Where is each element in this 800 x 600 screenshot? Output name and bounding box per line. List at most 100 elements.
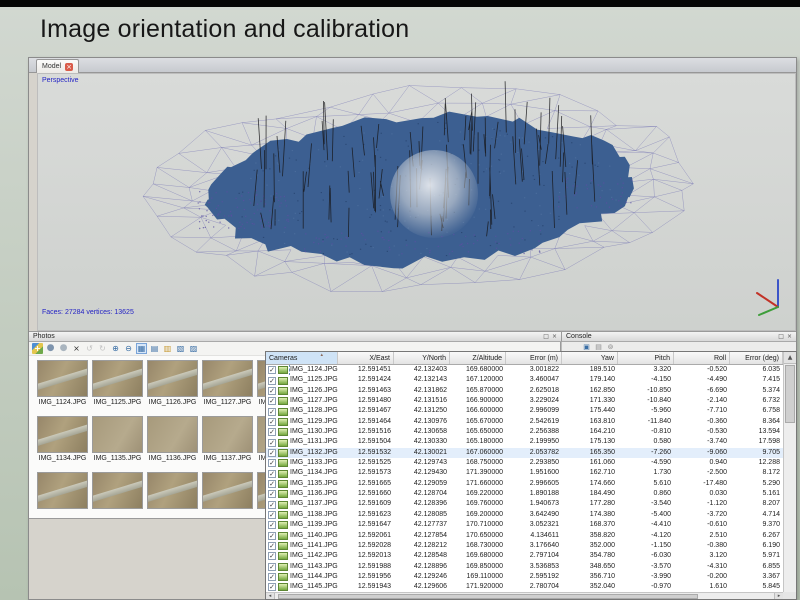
camera-row[interactable]: ✓IMG_1145.JPG12.59194342.129606171.92000…: [266, 582, 783, 592]
camera-row[interactable]: ✓IMG_1144.JPG12.59195642.129246169.11000…: [266, 572, 783, 582]
photo-thumbnail-item[interactable]: [200, 472, 255, 509]
photo-thumbnail-item[interactable]: [145, 472, 200, 509]
camera-checkbox-icon[interactable]: ✓: [268, 418, 276, 426]
camera-checkbox-icon[interactable]: ✓: [268, 480, 276, 488]
camera-name-cell[interactable]: ✓IMG_1131.JPG: [266, 437, 338, 447]
camera-row[interactable]: ✓IMG_1134.JPG12.59157342.129430171.39000…: [266, 468, 783, 478]
camera-checkbox-icon[interactable]: ✓: [268, 377, 276, 385]
camera-checkbox-icon[interactable]: ✓: [268, 511, 276, 519]
photo-thumbnail-item[interactable]: IMG_1136.JPG: [145, 416, 200, 462]
camera-name-cell[interactable]: ✓IMG_1136.JPG: [266, 489, 338, 499]
camera-name-cell[interactable]: ✓IMG_1126.JPG: [266, 386, 338, 396]
camera-row[interactable]: ✓IMG_1131.JPG12.59150442.130330165.18000…: [266, 437, 783, 447]
camera-row[interactable]: ✓IMG_1124.JPG12.59145142.132403169.68000…: [266, 365, 783, 375]
photo-thumbnail-item[interactable]: IMG_1124.JPG: [35, 360, 90, 406]
camera-checkbox-icon[interactable]: ✓: [268, 532, 276, 540]
camera-name-cell[interactable]: ✓IMG_1140.JPG: [266, 531, 338, 541]
camera-checkbox-icon[interactable]: ✓: [268, 470, 276, 478]
camera-row[interactable]: ✓IMG_1136.JPG12.59166042.128704169.22000…: [266, 489, 783, 499]
dock-pin-icon[interactable]: □: [543, 333, 549, 340]
scroll-up-icon[interactable]: ▲: [784, 352, 796, 364]
horizontal-scrollbar[interactable]: ◂ ▸: [266, 592, 783, 599]
photo-thumbnail[interactable]: [92, 360, 143, 397]
photo-thumbnail-item[interactable]: IMG_1134.JPG: [35, 416, 90, 462]
camera-name-cell[interactable]: ✓IMG_1130.JPG: [266, 427, 338, 437]
photo-thumbnail-item[interactable]: IMG_1127.JPG: [200, 360, 255, 406]
camera-name-cell[interactable]: ✓IMG_1144.JPG: [266, 572, 338, 582]
column-header-z-altitude[interactable]: Z/Altitude: [450, 352, 506, 364]
camera-row[interactable]: ✓IMG_1126.JPG12.59146342.131862165.87000…: [266, 386, 783, 396]
photo-thumbnail[interactable]: [37, 360, 88, 397]
camera-name-cell[interactable]: ✓IMG_1134.JPG: [266, 468, 338, 478]
column-header-y-north[interactable]: Y/North: [394, 352, 450, 364]
vertical-scrollbar[interactable]: ▲: [783, 352, 796, 592]
dock-pin-icon[interactable]: □: [778, 333, 784, 340]
photo-thumbnail[interactable]: [92, 416, 143, 453]
column-header-cameras[interactable]: Cameras▴: [266, 352, 338, 364]
camera-checkbox-icon[interactable]: ✓: [268, 573, 276, 581]
camera-row[interactable]: ✓IMG_1133.JPG12.59152542.129743168.75000…: [266, 458, 783, 468]
camera-checkbox-icon[interactable]: ✓: [268, 366, 276, 374]
column-header-error-m[interactable]: Error (m): [506, 352, 562, 364]
camera-checkbox-icon[interactable]: ✓: [268, 439, 276, 447]
camera-checkbox-icon[interactable]: ✓: [268, 563, 276, 571]
photo-thumbnail[interactable]: [202, 472, 253, 509]
photo-thumbnail[interactable]: [147, 416, 198, 453]
camera-checkbox-icon[interactable]: ✓: [268, 542, 276, 550]
camera-name-cell[interactable]: ✓IMG_1127.JPG: [266, 396, 338, 406]
camera-row[interactable]: ✓IMG_1137.JPG12.59160942.128396169.76000…: [266, 499, 783, 509]
camera-name-cell[interactable]: ✓IMG_1129.JPG: [266, 417, 338, 427]
camera-checkbox-icon[interactable]: ✓: [268, 397, 276, 405]
close-panel-icon[interactable]: ×: [552, 333, 557, 340]
photo-thumbnail-item[interactable]: IMG_1126.JPG: [145, 360, 200, 406]
camera-name-cell[interactable]: ✓IMG_1143.JPG: [266, 562, 338, 572]
camera-name-cell[interactable]: ✓IMG_1132.JPG: [266, 448, 338, 458]
scroll-right-icon[interactable]: ▸: [774, 593, 783, 599]
camera-row[interactable]: ✓IMG_1129.JPG12.59146442.130976165.67000…: [266, 417, 783, 427]
camera-name-cell[interactable]: ✓IMG_1137.JPG: [266, 499, 338, 509]
camera-row[interactable]: ✓IMG_1139.JPG12.59164742.127737170.71000…: [266, 520, 783, 530]
column-header-error-deg[interactable]: Error (deg): [730, 352, 783, 364]
column-header-pitch[interactable]: Pitch: [618, 352, 674, 364]
scroll-left-icon[interactable]: ◂: [266, 593, 275, 599]
photo-thumbnail-item[interactable]: IMG_1135.JPG: [90, 416, 145, 462]
camera-row[interactable]: ✓IMG_1125.JPG12.59142442.132143167.12000…: [266, 375, 783, 385]
photo-thumbnail[interactable]: [147, 360, 198, 397]
camera-checkbox-icon[interactable]: ✓: [268, 449, 276, 457]
camera-checkbox-icon[interactable]: ✓: [268, 428, 276, 436]
camera-checkbox-icon[interactable]: ✓: [268, 552, 276, 560]
camera-row[interactable]: ✓IMG_1127.JPG12.59148042.131516166.90000…: [266, 396, 783, 406]
photo-thumbnail-item[interactable]: IMG_1125.JPG: [90, 360, 145, 406]
camera-checkbox-icon[interactable]: ✓: [268, 408, 276, 416]
close-tab-icon[interactable]: ×: [65, 63, 73, 71]
camera-name-cell[interactable]: ✓IMG_1142.JPG: [266, 551, 338, 561]
photo-thumbnail-item[interactable]: [90, 472, 145, 509]
camera-checkbox-icon[interactable]: ✓: [268, 583, 276, 591]
camera-row[interactable]: ✓IMG_1130.JPG12.59151642.130658165.65000…: [266, 427, 783, 437]
close-panel-icon[interactable]: ×: [787, 333, 792, 340]
camera-row[interactable]: ✓IMG_1140.JPG12.59206142.127854170.65000…: [266, 531, 783, 541]
camera-row[interactable]: ✓IMG_1141.JPG12.59202842.128212168.73000…: [266, 541, 783, 551]
column-header-x-east[interactable]: X/East: [338, 352, 394, 364]
camera-row[interactable]: ✓IMG_1138.JPG12.59162342.128085169.20000…: [266, 510, 783, 520]
photo-thumbnail[interactable]: [37, 472, 88, 509]
camera-row[interactable]: ✓IMG_1135.JPG12.59166542.129059171.66000…: [266, 479, 783, 489]
camera-name-cell[interactable]: ✓IMG_1128.JPG: [266, 406, 338, 416]
camera-row[interactable]: ✓IMG_1142.JPG12.59201342.128548169.68000…: [266, 551, 783, 561]
camera-name-cell[interactable]: ✓IMG_1124.JPG: [266, 365, 338, 375]
camera-name-cell[interactable]: ✓IMG_1139.JPG: [266, 520, 338, 530]
photo-thumbnail-item[interactable]: [35, 472, 90, 509]
camera-checkbox-icon[interactable]: ✓: [268, 501, 276, 509]
photo-thumbnail[interactable]: [202, 360, 253, 397]
photo-thumbnail[interactable]: [37, 416, 88, 453]
camera-row[interactable]: ✓IMG_1128.JPG12.59146742.131250166.60000…: [266, 406, 783, 416]
column-header-yaw[interactable]: Yaw: [562, 352, 618, 364]
horizontal-scrollbar-thumb[interactable]: [278, 594, 698, 599]
vertical-scrollbar-thumb[interactable]: [785, 365, 795, 423]
column-header-roll[interactable]: Roll: [674, 352, 730, 364]
camera-name-cell[interactable]: ✓IMG_1135.JPG: [266, 479, 338, 489]
camera-name-cell[interactable]: ✓IMG_1133.JPG: [266, 458, 338, 468]
model-3d-canvas[interactable]: [38, 74, 795, 330]
photo-thumbnail[interactable]: [147, 472, 198, 509]
photo-thumbnail-item[interactable]: IMG_1137.JPG: [200, 416, 255, 462]
